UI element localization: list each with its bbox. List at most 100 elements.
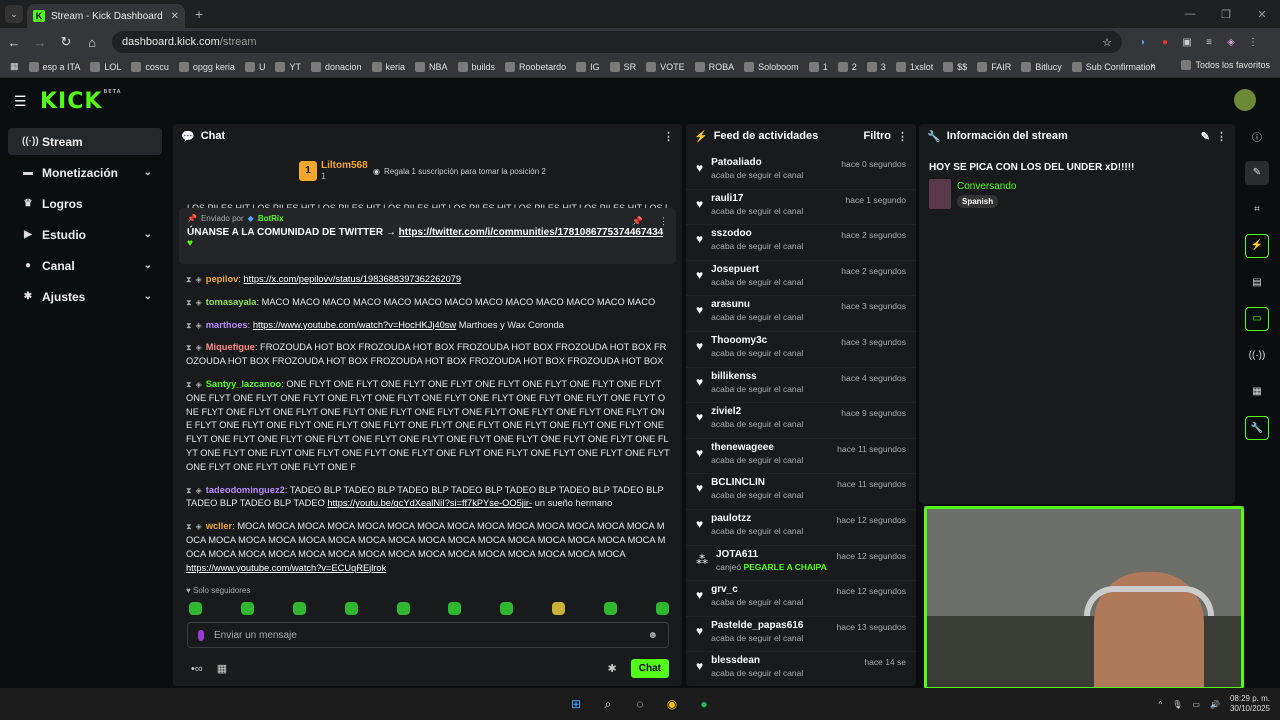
send-chat-button[interactable]: Chat (630, 659, 669, 678)
tray-chevron-icon[interactable]: ^ (1159, 700, 1163, 709)
pinned-options-icon[interactable]: ⋮ (659, 216, 668, 227)
emoji-picker-icon[interactable]: ☻ (647, 630, 658, 641)
chat-username[interactable]: Santyy_lazcanoo (206, 379, 281, 389)
bookmark-item[interactable]: Sub Confirmation (1071, 61, 1155, 72)
chat-settings-icon[interactable]: ✱ (608, 662, 617, 675)
chat-link[interactable]: https://youtu.be/gcYdXealNiI?si=ff7kPYse… (327, 498, 532, 508)
bookmark-item[interactable]: SR (609, 61, 636, 72)
sub-leaderboard[interactable]: 1 Liltom568 1 (299, 160, 368, 181)
url-input[interactable]: dashboard.kick.com/stream ☆ (112, 31, 1122, 53)
layout-icon[interactable]: ▦ (1245, 380, 1269, 404)
chat-username[interactable]: tadeodominguez2 (206, 485, 285, 495)
feed-username[interactable]: BCLINCLIN (711, 477, 829, 488)
emote-icon[interactable] (396, 602, 410, 615)
document-icon[interactable]: ▤ (1245, 270, 1269, 294)
pinned-link[interactable]: https://twitter.com/i/communities/178108… (399, 227, 664, 238)
reload-icon[interactable]: ↻ (54, 34, 78, 50)
forward-icon[interactable]: → (28, 35, 52, 50)
bookmark-item[interactable]: VOTE (646, 61, 685, 72)
search-icon[interactable]: ⌕ (599, 695, 617, 713)
bookmark-item[interactable]: U (244, 61, 265, 72)
bookmark-item[interactable]: Bitlucy (1021, 61, 1062, 72)
mod-action-icon[interactable]: ⧗ (186, 275, 192, 284)
extension-icon[interactable]: ● (1158, 35, 1172, 49)
puzzle-icon[interactable]: ▣ (1180, 35, 1194, 49)
clock[interactable]: 08:29 p. m. 30/10/2025 (1230, 694, 1270, 714)
sidebar-item-logros[interactable]: ♛ Logros (8, 190, 162, 217)
bookmark-item[interactable]: $$ (943, 61, 967, 72)
more-options-icon[interactable]: ⋮ (897, 130, 908, 143)
new-tab-icon[interactable]: + (195, 6, 203, 22)
back-icon[interactable]: ← (2, 35, 26, 50)
sidebar-item-canal[interactable]: ● Canal ⌄ (8, 252, 162, 279)
chat-message-input[interactable]: Enviar un mensaje ☻ (187, 622, 669, 648)
bookmark-item[interactable]: keria (371, 61, 405, 72)
pencil-icon[interactable]: ✎ (1245, 160, 1269, 185)
feed-username[interactable]: sszodoo (711, 228, 833, 239)
menu-icon[interactable]: ⋮ (1246, 35, 1260, 49)
bookmark-item[interactable]: coscu (131, 61, 169, 72)
feed-username[interactable]: arasunu (711, 299, 833, 310)
mod-action-icon[interactable]: ⧗ (186, 522, 192, 531)
emote-icon[interactable] (344, 602, 358, 615)
broadcast-icon[interactable]: ((·)) (1245, 343, 1269, 367)
chat-username[interactable]: Miquefigue (206, 342, 255, 352)
bookmark-star-icon[interactable]: ☆ (1102, 36, 1112, 49)
user-avatar[interactable] (1234, 89, 1256, 111)
mic-icon[interactable]: 🎙 (1172, 700, 1182, 709)
sidebar-item-ajustes[interactable]: ✱ Ajustes ⌄ (8, 283, 162, 310)
chat-username[interactable]: pepilov (206, 274, 239, 284)
profile-icon[interactable]: ◈ (1224, 35, 1238, 49)
browser-tab[interactable]: K Stream - Kick Dashboard ✕ (27, 4, 185, 28)
chat-username[interactable]: wcller (206, 521, 232, 531)
lightning-icon[interactable]: ⚡ (1245, 233, 1269, 258)
close-window-icon[interactable]: ✕ (1244, 0, 1280, 28)
bookmark-item[interactable]: ROBA (694, 61, 734, 72)
tab-search-icon[interactable]: ⌄ (5, 5, 23, 23)
mod-action-icon[interactable]: ⧗ (186, 298, 192, 307)
bookmark-item[interactable]: Roobetardo (505, 61, 566, 72)
spotify-icon[interactable]: ● (695, 695, 713, 713)
bookmark-item[interactable]: YT (275, 61, 301, 72)
feed-username[interactable]: Thooomy3c (711, 335, 833, 346)
emote-icon[interactable] (292, 602, 306, 615)
bookmark-item[interactable]: IG (576, 61, 600, 72)
chrome-icon[interactable]: ◉ (663, 695, 681, 713)
sidebar-item-stream[interactable]: ((·)) Stream (8, 128, 162, 155)
media-icon[interactable]: ≡ (1202, 35, 1216, 49)
more-options-icon[interactable]: ⋮ (663, 130, 674, 143)
wrench-icon[interactable]: 🔧 (1245, 416, 1269, 440)
bookmark-item[interactable]: donacion (310, 61, 362, 72)
mod-action-icon[interactable]: ⧗ (186, 321, 192, 330)
feed-username[interactable]: Pastelde_papas616 (711, 620, 828, 631)
chat-username[interactable]: tomasayala (206, 297, 257, 307)
feed-username[interactable]: Patoaliado (711, 157, 833, 168)
feed-username[interactable]: billikenss (711, 371, 833, 382)
bookmark-item[interactable]: 2 (837, 61, 857, 72)
edit-icon[interactable]: ✎ (1201, 130, 1210, 143)
feed-username[interactable]: paulotzz (711, 513, 828, 524)
bookmark-item[interactable]: builds (457, 61, 495, 72)
chat-username[interactable]: marthoes (206, 320, 248, 330)
network-icon[interactable]: ▭ (1192, 700, 1200, 709)
extension-icon[interactable]: ◗ (1136, 35, 1150, 49)
emote-icon[interactable] (240, 602, 254, 615)
bookmark-item[interactable]: 1 (808, 61, 828, 72)
home-icon[interactable]: ⌂ (80, 35, 104, 50)
feed-username[interactable]: Josepuert (711, 264, 833, 275)
feed-username[interactable]: JOTA611 (716, 549, 829, 560)
feed-username[interactable]: grv_c (711, 584, 828, 595)
volume-icon[interactable]: 🔊 (1210, 700, 1220, 709)
bookmark-item[interactable]: Soloboom (744, 61, 799, 72)
unpin-icon[interactable]: 📌 (632, 216, 643, 227)
feed-username[interactable]: thenewageee (711, 442, 829, 453)
bookmark-item[interactable]: 1xslot (895, 61, 933, 72)
microphone-icon[interactable] (198, 629, 204, 641)
minimize-icon[interactable]: — (1172, 0, 1208, 28)
points-icon[interactable]: •∞ (191, 663, 203, 675)
more-options-icon[interactable]: ⋮ (1216, 130, 1227, 143)
emote-icon[interactable] (189, 602, 202, 615)
windows-start-icon[interactable]: ⊞ (567, 695, 585, 713)
bookmark-item[interactable]: LOL (90, 61, 121, 72)
feed-username[interactable]: blessdean (711, 655, 856, 666)
